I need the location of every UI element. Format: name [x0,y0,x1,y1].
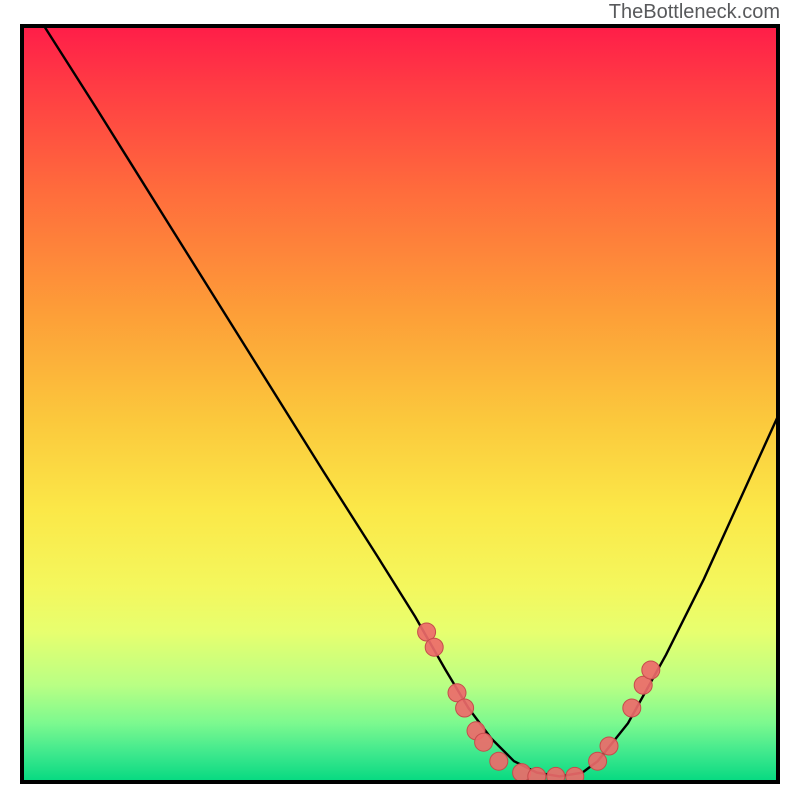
data-marker [566,767,584,784]
data-marker [490,752,508,770]
data-marker [475,733,493,751]
data-marker [425,638,443,656]
curve-line [43,24,780,776]
chart-overlay [20,24,780,784]
data-marker [589,752,607,770]
chart-container: TheBottleneck.com [0,0,800,800]
data-marker [623,699,641,717]
curve-markers [418,623,660,784]
data-marker [528,767,546,784]
data-marker [547,767,565,784]
data-marker [642,661,660,679]
data-marker [456,699,474,717]
watermark-text: TheBottleneck.com [609,1,780,24]
data-marker [600,737,618,755]
